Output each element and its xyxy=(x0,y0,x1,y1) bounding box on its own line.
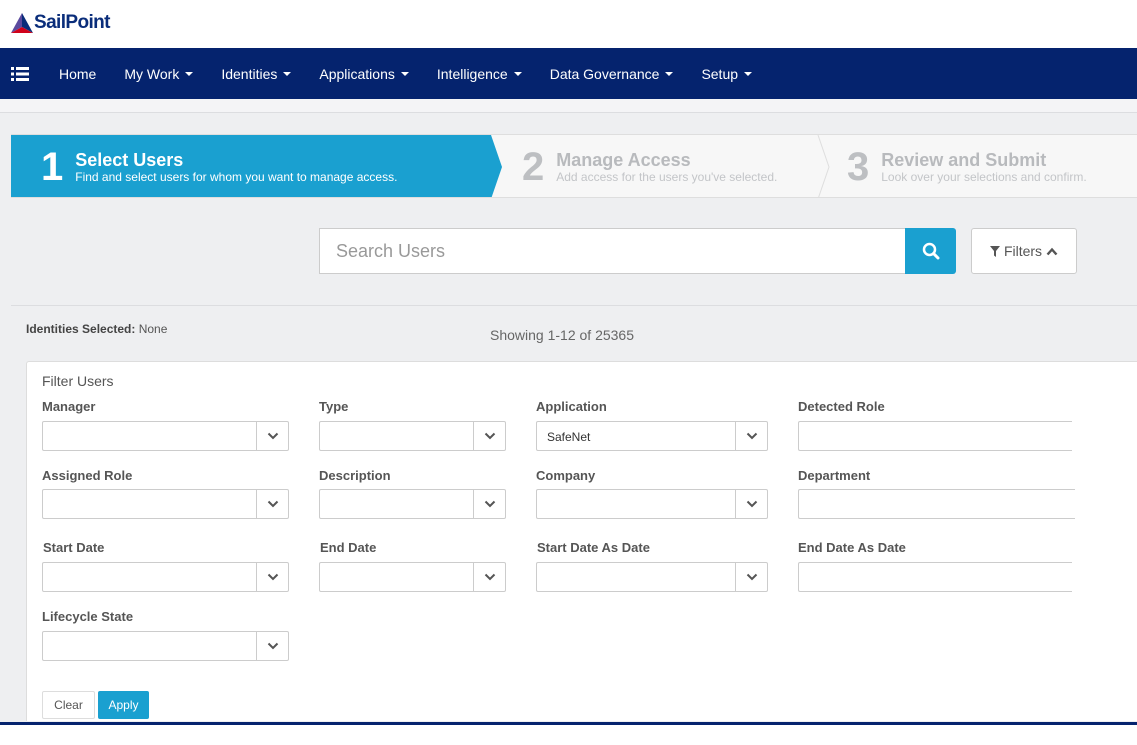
step-title: Manage Access xyxy=(556,149,691,170)
filter-icon xyxy=(989,245,1000,257)
chevron-down-icon xyxy=(256,490,288,518)
identities-selected-value: None xyxy=(138,322,168,336)
end-date-as-date-label: End Date As Date xyxy=(798,540,906,555)
chevron-down-icon xyxy=(735,563,767,591)
manager-select[interactable] xyxy=(42,421,289,451)
clear-button[interactable]: Clear xyxy=(42,691,95,719)
step-description: Find and select users for whom you want … xyxy=(75,169,398,184)
nav-home-label: Home xyxy=(59,65,97,82)
apply-button[interactable]: Apply xyxy=(98,691,149,719)
nav-intelligence[interactable]: Intelligence xyxy=(423,48,536,99)
chevron-down-icon xyxy=(256,632,288,660)
sail-icon xyxy=(11,13,33,33)
caret-down-icon xyxy=(185,72,194,76)
department-input[interactable] xyxy=(798,489,1075,519)
caret-down-icon xyxy=(400,72,409,76)
assigned-role-select[interactable] xyxy=(42,489,289,519)
step-title: Review and Submit xyxy=(881,149,1047,170)
start-date-as-date-label: Start Date As Date xyxy=(537,540,650,555)
caret-down-icon xyxy=(665,72,674,76)
nav-applications[interactable]: Applications xyxy=(305,48,423,99)
search-button[interactable] xyxy=(905,228,956,274)
nav-intelligence-label: Intelligence xyxy=(436,65,508,82)
nav-home[interactable]: Home xyxy=(40,48,110,99)
step-description: Look over your selections and confirm. xyxy=(881,169,1087,184)
company-select[interactable] xyxy=(536,489,768,519)
nav-my-work-label: My Work xyxy=(124,65,180,82)
description-select[interactable] xyxy=(319,489,506,519)
nav-identities[interactable]: Identities xyxy=(207,48,305,99)
identities-selected-label: Identities Selected: xyxy=(26,322,136,336)
wizard-step-manage-access[interactable]: 2 Manage Access Add access for the users… xyxy=(522,135,778,197)
sailpoint-logo[interactable]: SailPoint xyxy=(11,11,110,35)
description-label: Description xyxy=(319,468,391,483)
wizard-steps: 1 Select Users Find and select users for… xyxy=(11,134,1137,198)
filters-label: Filters xyxy=(1003,243,1043,259)
end-date-select[interactable] xyxy=(319,562,506,592)
lifecycle-state-select[interactable] xyxy=(42,631,289,661)
search-icon xyxy=(922,242,939,260)
nav-identities-label: Identities xyxy=(221,65,278,82)
department-label: Department xyxy=(798,468,871,483)
main-nav: Home My Work Identities Applications Int… xyxy=(0,48,1137,99)
footer xyxy=(0,725,1137,745)
list-icon xyxy=(11,66,29,81)
caret-down-icon xyxy=(283,72,292,76)
step-number: 1 xyxy=(41,145,64,189)
type-label: Type xyxy=(319,399,349,414)
application-value: SafeNet xyxy=(547,430,591,444)
filters-button[interactable]: Filters xyxy=(971,228,1077,274)
end-date-as-date-input[interactable] xyxy=(798,562,1072,592)
nav-data-governance[interactable]: Data Governance xyxy=(536,48,688,99)
wizard-step-review-submit[interactable]: 3 Review and Submit Look over your selec… xyxy=(847,135,1087,197)
step-title: Select Users xyxy=(75,149,184,170)
sub-header-strip xyxy=(0,99,1137,113)
filter-users-panel: Filter Users Manager Type Application Sa… xyxy=(26,361,1137,721)
detected-role-label: Detected Role xyxy=(798,399,885,414)
start-date-label: Start Date xyxy=(43,540,105,555)
step-separator xyxy=(817,135,830,197)
chevron-down-icon xyxy=(473,422,505,450)
divider xyxy=(11,305,1137,306)
chevron-down-icon xyxy=(256,422,288,450)
lifecycle-state-label: Lifecycle State xyxy=(42,609,134,624)
application-select[interactable]: SafeNet xyxy=(536,421,768,451)
result-count: Showing 1-12 of 25365 xyxy=(490,327,634,343)
menu-button[interactable] xyxy=(0,48,40,99)
caret-down-icon xyxy=(744,72,753,76)
chevron-down-icon xyxy=(735,490,767,518)
nav-my-work[interactable]: My Work xyxy=(110,48,207,99)
type-select[interactable] xyxy=(319,421,506,451)
search-input[interactable]: Search Users xyxy=(319,228,906,274)
manager-label: Manager xyxy=(42,399,96,414)
chevron-up-icon xyxy=(1046,247,1058,255)
start-date-as-date-select[interactable] xyxy=(536,562,768,592)
application-label: Application xyxy=(536,399,607,414)
step-number: 2 xyxy=(522,145,545,189)
search-placeholder: Search Users xyxy=(336,240,446,261)
start-date-select[interactable] xyxy=(42,562,289,592)
chevron-down-icon xyxy=(473,563,505,591)
assigned-role-label: Assigned Role xyxy=(42,468,133,483)
nav-setup-label: Setup xyxy=(701,65,739,82)
nav-applications-label: Applications xyxy=(319,65,395,82)
detected-role-input[interactable] xyxy=(798,421,1072,451)
chevron-down-icon xyxy=(256,563,288,591)
end-date-label: End Date xyxy=(320,540,377,555)
wizard-step-select-users[interactable]: 1 Select Users Find and select users for… xyxy=(11,135,511,197)
brand-name: SailPoint xyxy=(34,12,110,33)
panel-title: Filter Users xyxy=(42,373,114,389)
step-description: Add access for the users you've selected… xyxy=(556,169,778,184)
chevron-down-icon xyxy=(735,422,767,450)
identities-selected: Identities Selected: None xyxy=(26,322,167,336)
top-header: SailPoint xyxy=(0,0,1137,48)
nav-setup[interactable]: Setup xyxy=(687,48,766,99)
chevron-down-icon xyxy=(473,490,505,518)
step-number: 3 xyxy=(847,145,870,189)
caret-down-icon xyxy=(513,72,522,76)
nav-data-governance-label: Data Governance xyxy=(549,65,660,82)
company-label: Company xyxy=(536,468,596,483)
